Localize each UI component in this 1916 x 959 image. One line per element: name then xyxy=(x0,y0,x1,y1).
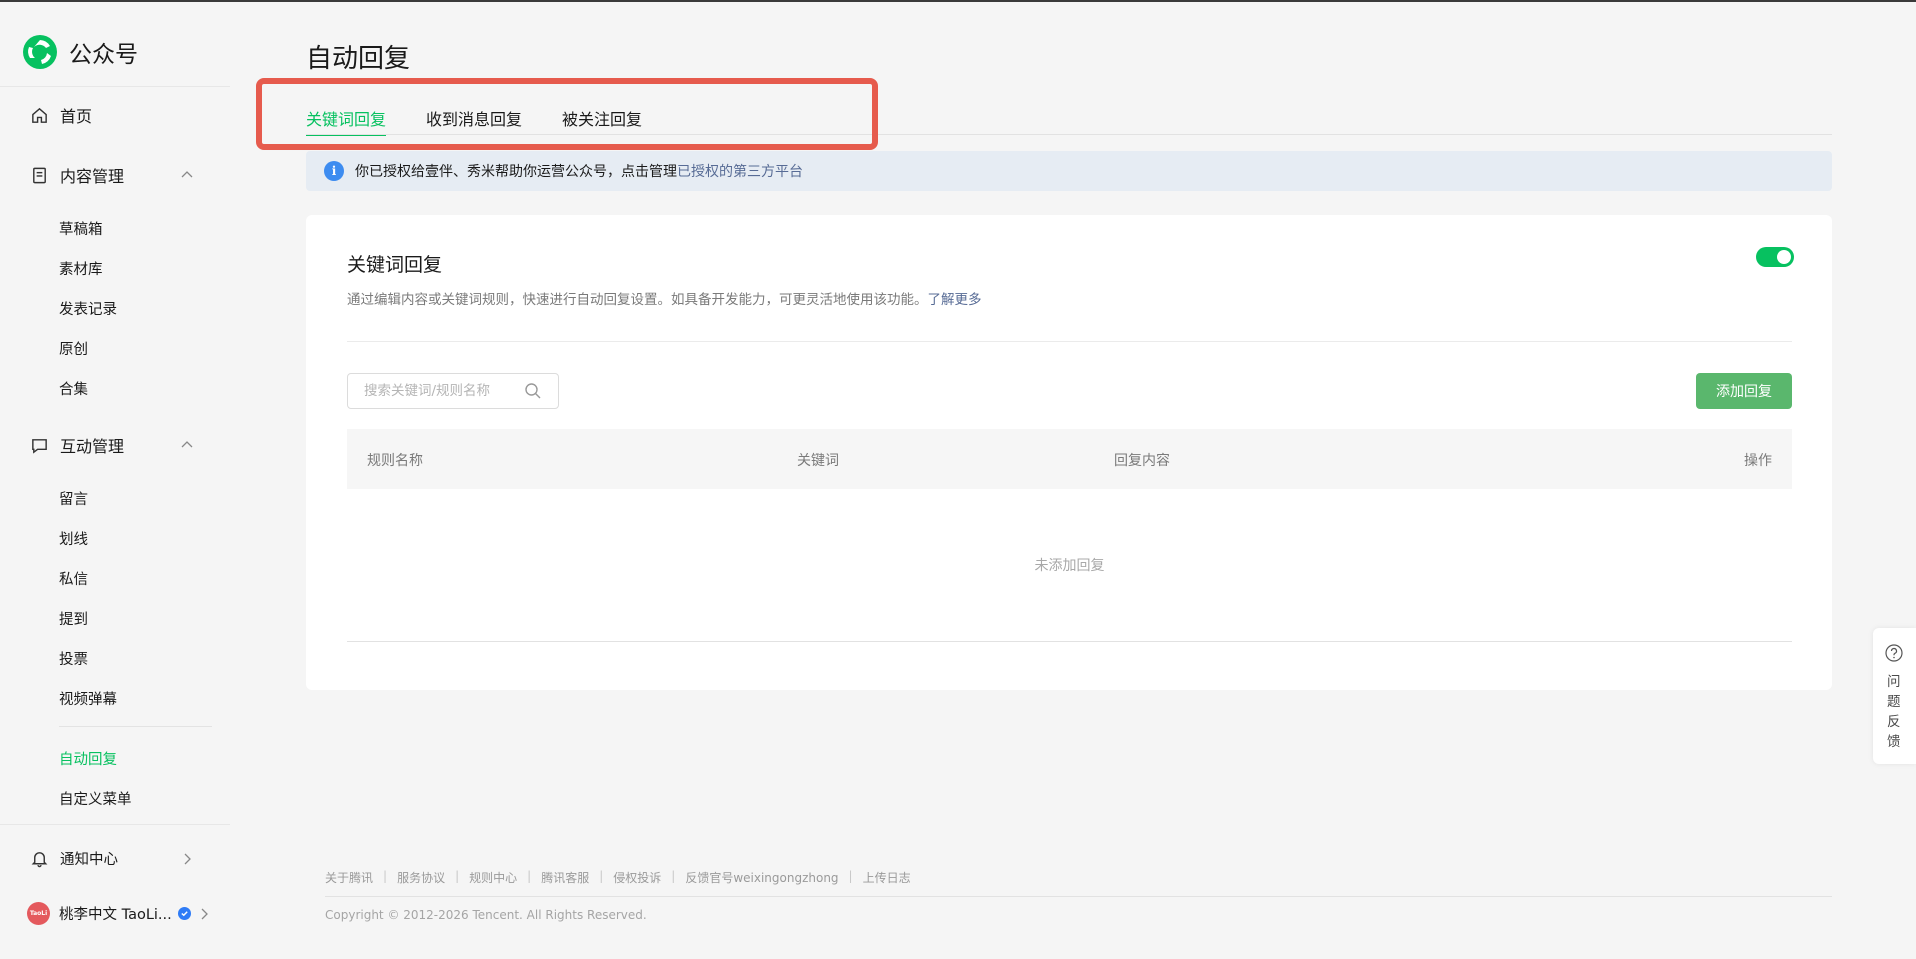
footer-link-terms[interactable]: 服务协议 xyxy=(397,869,445,886)
sidebar-item-label: 互动管理 xyxy=(60,437,125,456)
sidebar-item-materials[interactable]: 素材库 xyxy=(59,258,103,279)
add-reply-button[interactable]: 添加回复 xyxy=(1696,373,1792,409)
authorization-notice: i 你已授权给壹伴、秀米帮助你运营公众号，点击管理 已授权的第三方平台 xyxy=(306,151,1832,191)
sidebar-item-underline[interactable]: 划线 xyxy=(59,528,88,549)
sidebar-item-label: 通知中心 xyxy=(60,852,118,868)
empty-state: 未添加回复 xyxy=(1034,558,1105,574)
top-border xyxy=(0,0,1916,2)
home-icon xyxy=(32,107,47,123)
footer-separator: | xyxy=(527,869,532,883)
third-party-link[interactable]: 已授权的第三方平台 xyxy=(677,161,803,181)
sidebar-item-publish-records[interactable]: 发表记录 xyxy=(59,298,117,319)
bell-icon xyxy=(31,852,48,868)
column-keyword: 关键词 xyxy=(797,453,839,469)
brand[interactable]: 公众号 xyxy=(22,34,138,70)
sidebar-item-danmaku[interactable]: 视频弹幕 xyxy=(59,688,117,709)
footer-link-rules[interactable]: 规则中心 xyxy=(469,869,517,886)
sidebar-item-home[interactable]: 首页 xyxy=(30,103,92,127)
footer-link-feedback-account[interactable]: 反馈官号weixingongzhong xyxy=(685,869,838,886)
card-description: 通过编辑内容或关键词规则，快速进行自动回复设置。如具备开发能力，可更灵活地使用该… xyxy=(347,288,982,308)
chevron-up-icon xyxy=(181,441,193,448)
footer-separator: | xyxy=(599,869,604,883)
sidebar-divider xyxy=(59,726,212,727)
notice-text: 你已授权给壹伴、秀米帮助你运营公众号，点击管理 xyxy=(355,164,677,180)
footer-link-infringement[interactable]: 侵权投诉 xyxy=(613,869,661,886)
chevron-right-icon xyxy=(201,908,208,919)
page-title: 自动回复 xyxy=(306,44,411,74)
sidebar: 公众号 首页 内容管理 草稿箱 素材库 发表记录 原创 合集 互动管理 留言 划… xyxy=(0,2,230,959)
keyword-reply-card: 关键词回复 通过编辑内容或关键词规则，快速进行自动回复设置。如具备开发能力，可更… xyxy=(306,215,1832,690)
sidebar-item-comments[interactable]: 留言 xyxy=(59,488,88,509)
card-divider xyxy=(347,341,1792,342)
verified-icon xyxy=(177,907,191,920)
table-header: 规则名称 关键词 回复内容 操作 xyxy=(347,429,1792,489)
highlight-box xyxy=(256,78,878,150)
chevron-right-icon xyxy=(184,853,191,864)
card-title: 关键词回复 xyxy=(347,254,443,276)
sidebar-item-original[interactable]: 原创 xyxy=(59,338,88,359)
sidebar-item-collections[interactable]: 合集 xyxy=(59,378,88,399)
learn-more-link[interactable]: 了解更多 xyxy=(928,292,982,308)
question-icon xyxy=(1885,644,1903,662)
column-reply-content: 回复内容 xyxy=(1114,453,1170,469)
footer-link-upload-log[interactable]: 上传日志 xyxy=(863,869,911,886)
sidebar-item-label: 内容管理 xyxy=(60,167,125,186)
sidebar-divider xyxy=(0,86,230,87)
sidebar-item-drafts[interactable]: 草稿箱 xyxy=(59,218,103,239)
sidebar-item-notifications[interactable]: 通知中心 xyxy=(30,848,200,869)
search-icon[interactable] xyxy=(524,382,542,400)
feedback-label: 问题反馈 xyxy=(1887,674,1901,750)
sidebar-item-mentions[interactable]: 提到 xyxy=(59,608,88,629)
sidebar-item-custom-menu[interactable]: 自定义菜单 xyxy=(59,788,132,809)
footer-separator: | xyxy=(383,869,388,883)
sidebar-divider xyxy=(0,824,230,825)
document-icon xyxy=(33,167,46,183)
footer-separator: | xyxy=(671,869,676,883)
footer-link-support[interactable]: 腾讯客服 xyxy=(541,869,589,886)
info-icon: i xyxy=(324,161,344,181)
feedback-button[interactable]: 问题反馈 xyxy=(1873,628,1916,764)
brand-name: 公众号 xyxy=(69,42,138,68)
description-text: 通过编辑内容或关键词规则，快速进行自动回复设置。如具备开发能力，可更灵活地使用该… xyxy=(347,292,928,308)
copyright: Copyright © 2012-2026 Tencent. All Right… xyxy=(325,908,647,922)
search-input[interactable] xyxy=(348,383,518,399)
sidebar-item-interact[interactable]: 互动管理 xyxy=(30,433,200,457)
account-menu[interactable]: TaoLi 桃李中文 TaoLi... xyxy=(27,902,211,925)
account-name: 桃李中文 TaoLi... xyxy=(59,907,172,923)
footer-link-about[interactable]: 关于腾讯 xyxy=(325,869,373,886)
sidebar-item-votes[interactable]: 投票 xyxy=(59,648,88,669)
sidebar-item-auto-reply[interactable]: 自动回复 xyxy=(59,748,117,769)
wechat-official-logo-icon xyxy=(23,35,57,69)
search-box xyxy=(347,373,559,409)
footer-separator: | xyxy=(455,869,460,883)
column-actions: 操作 xyxy=(1744,453,1772,469)
column-rule-name: 规则名称 xyxy=(367,453,423,469)
sidebar-item-content[interactable]: 内容管理 xyxy=(30,163,200,187)
avatar: TaoLi xyxy=(27,902,50,925)
chevron-up-icon xyxy=(181,171,193,178)
keyword-reply-toggle[interactable] xyxy=(1756,247,1794,267)
sidebar-item-messages[interactable]: 私信 xyxy=(59,568,88,589)
message-icon xyxy=(32,438,47,454)
table-bottom-border xyxy=(347,641,1792,642)
footer-separator: | xyxy=(848,869,853,883)
sidebar-item-label: 首页 xyxy=(60,107,93,126)
footer-divider xyxy=(325,896,1832,897)
footer-links: 关于腾讯 | 服务协议 | 规则中心 | 腾讯客服 | 侵权投诉 | 反馈官号weixin… xyxy=(325,869,911,886)
